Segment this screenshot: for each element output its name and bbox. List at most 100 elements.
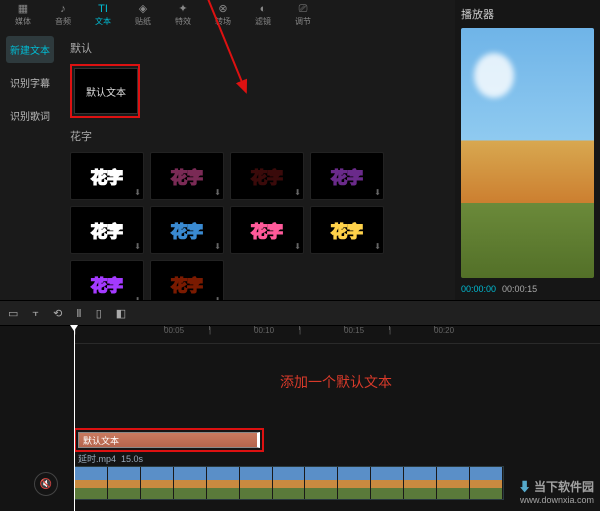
fancy-style-6[interactable]: 花字⬇ — [230, 206, 304, 254]
fancy-text-icon: 花字 — [331, 218, 363, 242]
toolbar-icon-0[interactable]: ▭ — [8, 307, 18, 320]
text-sidebar: 新建文本识别字幕识别歌词 — [0, 30, 60, 300]
fancy-style-5[interactable]: 花字 ⬇ — [150, 206, 224, 254]
watermark: ⬇ 当下软件园 www.downxia.com — [519, 478, 594, 505]
tab-label: 媒体 — [15, 16, 31, 27]
ruler-tick: 00:05 — [164, 326, 184, 335]
fancy-style-1[interactable]: 花字 ⬇ — [150, 152, 224, 200]
ruler-tick: 00:20 — [434, 326, 454, 335]
tab-贴纸[interactable]: ◈贴纸 — [124, 2, 162, 28]
toolbar-icon-5[interactable]: ◧ — [116, 307, 126, 320]
download-icon: ⬇ — [134, 242, 141, 251]
tab-调节[interactable]: ⎚调节 — [284, 2, 322, 28]
video-frame — [470, 467, 503, 499]
highlight-textclip: 默认文本 — [74, 428, 264, 452]
ruler-tick: 00:10 — [254, 326, 274, 335]
download-icon: ⬇ — [214, 188, 221, 197]
tab-label: 滤镜 — [255, 16, 271, 27]
video-frame — [371, 467, 404, 499]
sidebar-item-识别字幕[interactable]: 识别字幕 — [6, 69, 54, 96]
fancy-text-icon: 花字 — [171, 272, 203, 296]
tab-icon: ◈ — [139, 4, 147, 15]
toolbar-icon-3[interactable]: Ⅱ — [76, 307, 81, 320]
player-title: 播放器 — [461, 6, 594, 22]
tab-icon: TI — [98, 4, 108, 15]
fancy-style-7[interactable]: 花字 ⬇ — [310, 206, 384, 254]
section-default-title: 默认 — [70, 40, 445, 56]
download-icon: ⬇ — [294, 188, 301, 197]
toolbar-icon-2[interactable]: ⟲ — [53, 307, 62, 320]
tab-特效[interactable]: ✦特效 — [164, 2, 202, 28]
tab-音频[interactable]: ♪音频 — [44, 2, 82, 28]
video-frame — [141, 467, 174, 499]
tab-label: 贴纸 — [135, 16, 151, 27]
tab-label: 音频 — [55, 16, 71, 27]
fancy-style-8[interactable]: 花字 ⬇ — [70, 260, 144, 300]
ruler-tick: | — [209, 326, 211, 335]
download-icon: ⬇ — [214, 242, 221, 251]
video-frame — [108, 467, 141, 499]
tab-icon: ⎚ — [299, 4, 308, 15]
default-text-preset[interactable]: 默认文本 — [74, 68, 138, 114]
fancy-text-icon: 花字 — [251, 164, 283, 188]
download-icon: ⬇ — [374, 188, 381, 197]
tab-label: 调节 — [295, 16, 311, 27]
fancy-text-icon: 花字 — [91, 272, 123, 296]
video-frame — [338, 467, 371, 499]
tab-icon: ⊗ — [218, 4, 227, 15]
tab-转场[interactable]: ⊗转场 — [204, 2, 242, 28]
text-clip[interactable]: 默认文本 — [78, 432, 260, 448]
video-frame — [404, 467, 437, 499]
annotation-text: 添加一个默认文本 — [280, 372, 392, 392]
ruler-tick: | — [299, 326, 301, 335]
download-icon: ⬇ — [374, 242, 381, 251]
sidebar-item-新建文本[interactable]: 新建文本 — [6, 36, 54, 63]
time-current: 00:00:00 — [461, 284, 496, 294]
time-ruler[interactable]: |00:05|00:10|00:15|00:20 — [74, 326, 600, 344]
tab-媒体[interactable]: ▦媒体 — [4, 2, 42, 28]
section-fancy-title: 花字 — [70, 128, 445, 144]
download-icon: ⬇ — [134, 188, 141, 197]
toolbar-icon-1[interactable]: ⫟ — [32, 307, 39, 320]
fancy-text-icon: 花字 — [171, 218, 203, 242]
fancy-style-0[interactable]: 花字 ⬇ — [70, 152, 144, 200]
download-icon: ⬇ — [134, 296, 141, 300]
timeline: |00:05|00:10|00:15|00:20 添加一个默认文本 默认文本 延… — [0, 326, 600, 511]
ruler-tick: | — [389, 326, 391, 335]
tab-icon: ◐ — [260, 4, 267, 15]
video-frame — [75, 467, 108, 499]
toolbar-icon-4[interactable]: ▯ — [96, 307, 102, 320]
timeline-toolbar: ▭ ⫟ ⟲ Ⅱ ▯ ◧ — [0, 300, 600, 326]
video-frame — [437, 467, 470, 499]
sidebar-item-识别歌词[interactable]: 识别歌词 — [6, 102, 54, 129]
time-total: 00:00:15 — [502, 284, 537, 294]
fancy-style-2[interactable]: 花字 ⬇ — [230, 152, 304, 200]
video-frame — [273, 467, 306, 499]
tab-滤镜[interactable]: ◐滤镜 — [244, 2, 282, 28]
tab-label: 文本 — [95, 16, 111, 27]
tab-icon: ▦ — [18, 4, 28, 15]
video-preview[interactable] — [461, 28, 594, 278]
tab-label: 特效 — [175, 16, 191, 27]
fancy-text-icon: 花字 — [171, 164, 203, 188]
fancy-style-9[interactable]: 花字 ⬇ — [150, 260, 224, 300]
video-frame — [174, 467, 207, 499]
playhead[interactable] — [74, 326, 75, 511]
tab-icon: ♪ — [60, 4, 66, 15]
tab-label: 转场 — [215, 16, 231, 27]
video-clip-label: 延时.mp4 15.0s — [78, 452, 143, 465]
top-tabs: ▦媒体♪音频TI文本◈贴纸✦特效⊗转场◐滤镜⎚调节 — [0, 0, 455, 30]
video-frame — [305, 467, 338, 499]
tab-文本[interactable]: TI文本 — [84, 2, 122, 28]
player-panel: 播放器 00:00:00 00:00:15 — [455, 0, 600, 300]
video-frame — [207, 467, 240, 499]
highlight-default: 默认文本 — [70, 64, 140, 118]
fancy-text-icon: 花字 — [91, 164, 123, 188]
fancy-text-icon: 花字 — [91, 218, 123, 242]
fancy-style-3[interactable]: 花字⬇ — [310, 152, 384, 200]
video-track[interactable] — [74, 466, 504, 500]
mute-button[interactable]: 🔇 — [34, 472, 58, 496]
download-icon: ⬇ — [214, 296, 221, 300]
fancy-style-4[interactable]: 花字 ⬇ — [70, 206, 144, 254]
ruler-tick: 00:15 — [344, 326, 364, 335]
